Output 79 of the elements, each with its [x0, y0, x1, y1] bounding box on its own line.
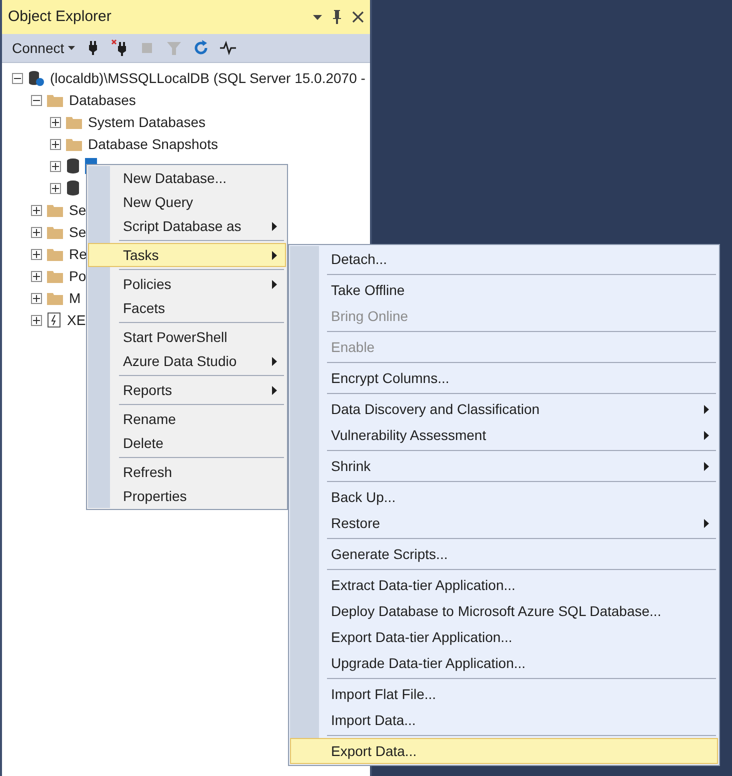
tree-item[interactable]: System Databases	[87, 112, 206, 132]
submenu-arrow-icon	[272, 280, 277, 288]
folder-icon	[47, 291, 63, 305]
collapse-toggle[interactable]	[12, 72, 23, 84]
menu-item[interactable]: Script Database as	[88, 214, 286, 238]
expand-toggle[interactable]	[50, 160, 61, 172]
menu-item[interactable]: Import Flat File...	[290, 681, 718, 707]
menu-item[interactable]: Rename	[88, 407, 286, 431]
folder-icon	[66, 115, 82, 129]
folder-icon	[47, 247, 63, 261]
pin-icon[interactable]	[332, 10, 342, 24]
submenu-arrow-icon	[272, 356, 277, 366]
menu-item[interactable]: Extract Data-tier Application...	[290, 572, 718, 598]
menu-item[interactable]: Azure Data Studio	[88, 349, 286, 373]
tree-item[interactable]: Databases	[68, 90, 137, 110]
folder-icon	[66, 137, 82, 151]
database-icon	[66, 158, 80, 174]
submenu-arrow-icon	[704, 430, 709, 440]
tree-item[interactable]: Po	[68, 266, 88, 286]
tree-item[interactable]: Re	[68, 244, 88, 264]
expand-toggle[interactable]	[31, 314, 42, 326]
caret-icon	[68, 46, 76, 50]
menu-item[interactable]: Reports	[88, 378, 286, 402]
database-icon	[66, 180, 80, 196]
menu-item[interactable]: Start PowerShell	[88, 325, 286, 349]
menu-item[interactable]: Data Discovery and Classification	[290, 396, 718, 422]
menu-item[interactable]: Facets	[88, 296, 286, 320]
menu-item[interactable]: Shrink	[290, 453, 718, 479]
submenu-arrow-icon	[272, 386, 277, 394]
menu-item[interactable]: Export Data...	[290, 738, 718, 764]
menu-item[interactable]: Refresh	[88, 460, 286, 484]
menu-item[interactable]: Encrypt Columns...	[290, 365, 718, 391]
menu-item[interactable]: Take Offline	[290, 277, 718, 303]
menu-item[interactable]: Generate Scripts...	[290, 541, 718, 567]
expand-toggle[interactable]	[50, 182, 61, 194]
expand-toggle[interactable]	[31, 270, 42, 282]
tree-item[interactable]: (localdb)\MSSQLLocalDB (SQL Server 15.0.2070 -	[49, 68, 366, 88]
expand-toggle[interactable]	[31, 248, 42, 260]
expand-toggle[interactable]	[50, 116, 61, 128]
menu-item[interactable]: Import Data...	[290, 707, 718, 733]
submenu-arrow-icon	[704, 462, 709, 470]
panel-title: Object Explorer	[8, 6, 112, 27]
expand-toggle[interactable]	[31, 292, 42, 304]
menu-item[interactable]: Deploy Database to Microsoft Azure SQL Database...	[290, 598, 718, 624]
menu-item[interactable]: Back Up...	[290, 484, 718, 510]
event-icon	[47, 312, 61, 328]
menu-item[interactable]: New Database...	[88, 166, 286, 190]
menu-item[interactable]: Vulnerability Assessment	[290, 422, 718, 448]
folder-icon	[47, 225, 63, 239]
tree-item[interactable]: Se	[68, 222, 88, 242]
menu-item[interactable]: Detach...	[290, 246, 718, 272]
submenu-arrow-icon	[704, 518, 709, 528]
submenu-arrow-icon	[272, 250, 277, 260]
folder-icon	[47, 203, 63, 217]
tree-item[interactable]: XE	[66, 310, 87, 330]
tree-item[interactable]: Se	[68, 200, 88, 220]
server-icon	[28, 70, 44, 86]
close-icon[interactable]	[352, 11, 364, 23]
submenu-arrow-icon	[704, 404, 709, 414]
tree-item[interactable]: M	[68, 288, 82, 308]
menu-item[interactable]: Policies	[88, 272, 286, 296]
menu-item[interactable]: Properties	[88, 484, 286, 508]
collapse-toggle[interactable]	[31, 94, 42, 106]
folder-icon	[47, 269, 63, 283]
folder-icon	[47, 93, 63, 107]
activity-icon[interactable]	[219, 39, 238, 57]
menu-item[interactable]: Delete	[88, 431, 286, 455]
dropdown-icon[interactable]	[313, 14, 322, 20]
expand-toggle[interactable]	[31, 226, 42, 238]
menu-item[interactable]: Upgrade Data-tier Application...	[290, 650, 718, 676]
expand-toggle[interactable]	[31, 204, 42, 216]
menu-item[interactable]: New Query	[88, 190, 286, 214]
submenu-arrow-icon	[272, 222, 277, 230]
expand-toggle[interactable]	[50, 138, 61, 150]
tree-item[interactable]: Database Snapshots	[87, 134, 219, 154]
menu-item[interactable]: Restore	[290, 510, 718, 536]
menu-item[interactable]: Tasks	[88, 243, 286, 267]
connect-button[interactable]: Connect	[12, 38, 76, 58]
menu-item[interactable]: Export Data-tier Application...	[290, 624, 718, 650]
